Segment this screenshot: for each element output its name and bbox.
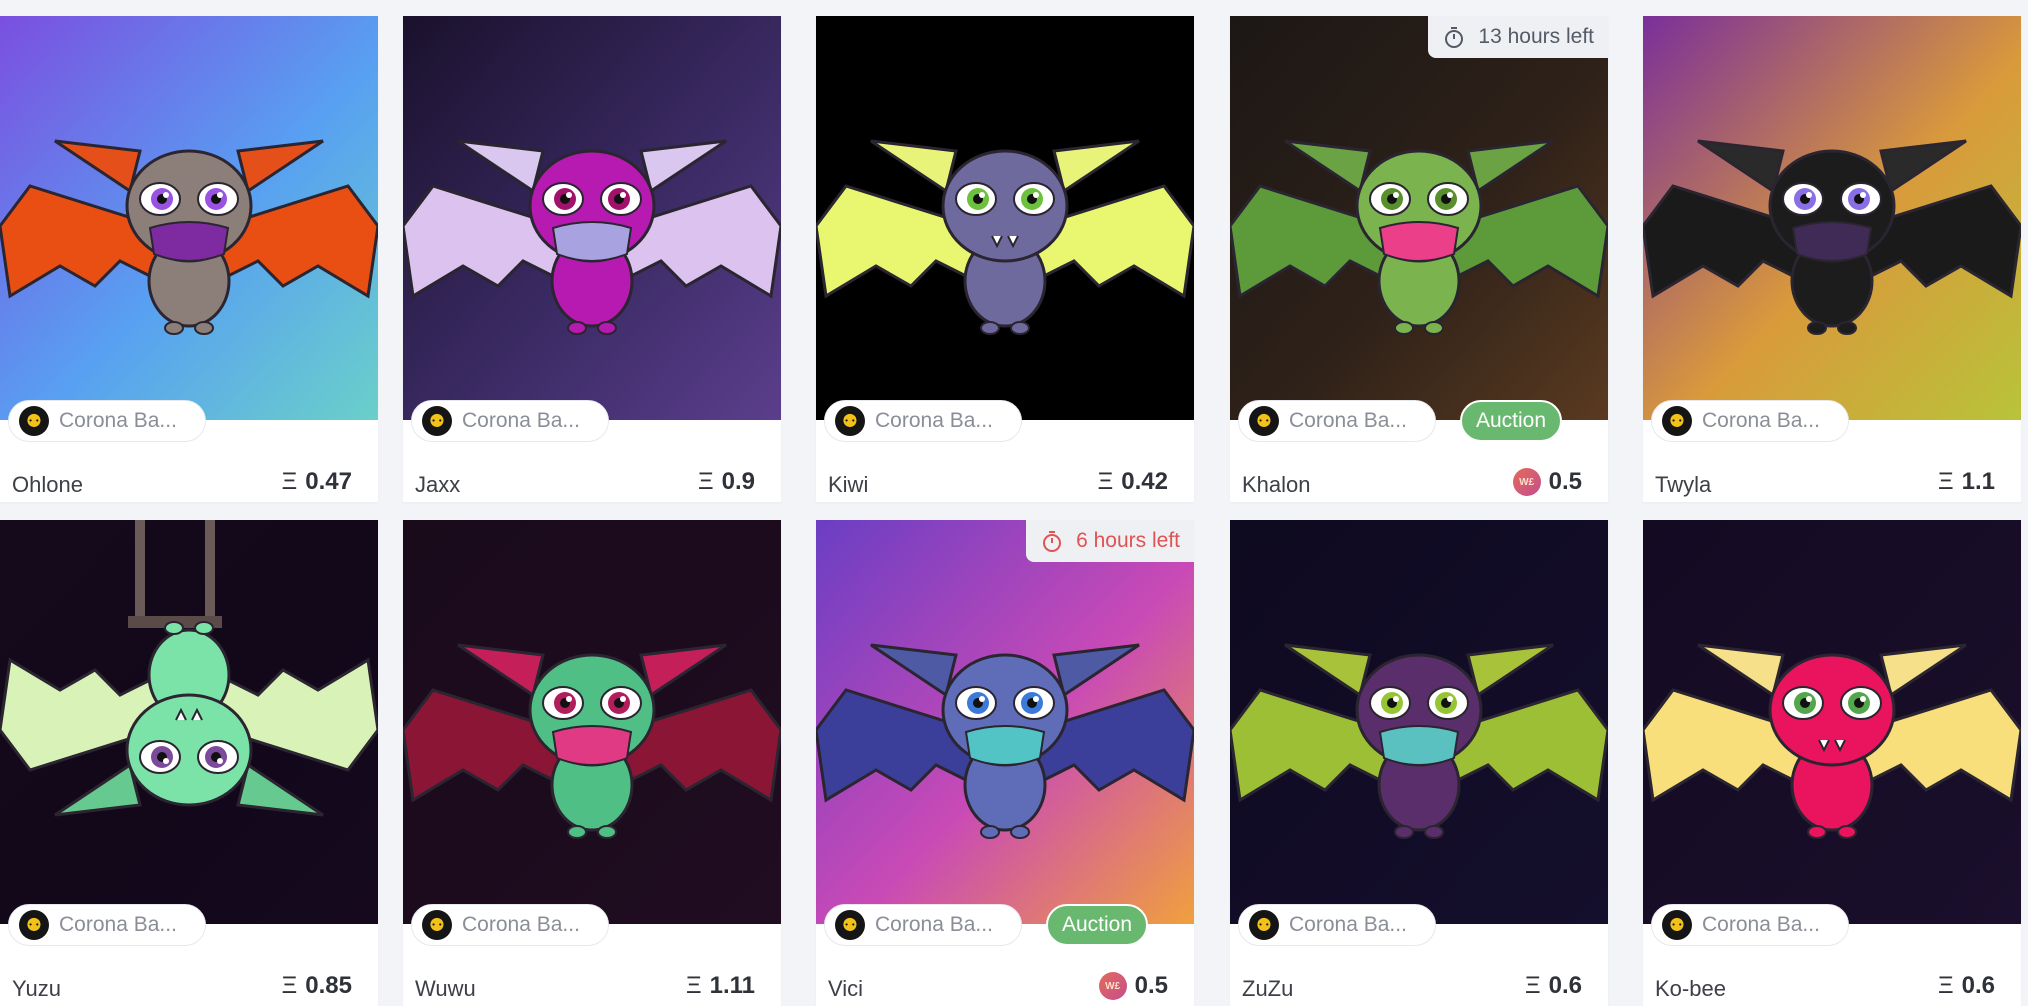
nft-name[interactable]: Twyla (1655, 472, 1711, 498)
collection-logo-icon: ⚉ (422, 406, 452, 436)
collection-name: Corona Ba... (1702, 913, 1820, 936)
eth-icon: Ξ (698, 468, 714, 495)
price-value: 0.85 (305, 972, 352, 999)
nft-price: W£ 0.5 (1098, 972, 1168, 1000)
nft-card[interactable]: ⚉ Corona Ba... Kiwi Ξ 0.42 (816, 16, 1194, 502)
nft-name[interactable]: Yuzu (12, 976, 61, 1002)
collection-logo-icon: ⚉ (19, 910, 49, 940)
nft-price: Ξ 0.85 (282, 972, 352, 1000)
collection-name: Corona Ba... (875, 409, 993, 432)
collection-logo-icon: ⚉ (1662, 406, 1692, 436)
collection-pill[interactable]: ⚉ Corona Ba... (8, 400, 206, 442)
eth-icon: Ξ (1525, 972, 1541, 999)
nft-price: Ξ 0.42 (1098, 468, 1168, 496)
nft-artwork-image[interactable] (403, 16, 781, 420)
price-value: 0.5 (1134, 972, 1168, 999)
collection-pill[interactable]: ⚉ Corona Ba... (1651, 904, 1849, 946)
nft-name[interactable]: Vici (828, 976, 863, 1002)
collection-name: Corona Ba... (462, 913, 580, 936)
eth-icon: Ξ (281, 972, 298, 999)
nft-card[interactable]: ⚉ Corona Ba... Ohlone Ξ 0.47 (0, 16, 378, 502)
collection-pill[interactable]: ⚉ Corona Ba... (1238, 400, 1436, 442)
nft-artwork-image[interactable] (1230, 16, 1608, 420)
nft-name[interactable]: Khalon (1242, 472, 1311, 498)
collection-name: Corona Ba... (59, 409, 177, 432)
collection-pill[interactable]: ⚉ Corona Ba... (824, 904, 1022, 946)
time-left-badge: 6 hours left (1026, 520, 1194, 562)
price-value: 1.1 (1961, 468, 1995, 495)
nft-artwork-image[interactable] (1643, 16, 2021, 420)
eth-icon: Ξ (281, 468, 298, 495)
auction-badge: Auction (1046, 904, 1149, 946)
nft-price: Ξ 0.47 (282, 468, 352, 496)
nft-card[interactable]: 6 hours left ⚉ Corona Ba... Auction Vici… (816, 520, 1194, 1006)
nft-card[interactable]: ⚉ Corona Ba... Ko-bee Ξ 0.6 (1643, 520, 2021, 1006)
eth-icon: Ξ (1938, 972, 1954, 999)
collection-name: Corona Ba... (59, 913, 177, 936)
nft-name[interactable]: Jaxx (415, 472, 460, 498)
nft-card[interactable]: ⚉ Corona Ba... Jaxx Ξ 0.9 (403, 16, 781, 502)
nft-artwork-image[interactable] (816, 520, 1194, 924)
price-value: 0.47 (305, 468, 352, 495)
nft-name[interactable]: Ko-bee (1655, 976, 1726, 1002)
price-value: 0.5 (1548, 468, 1582, 495)
nft-artwork-image[interactable] (1643, 520, 2021, 924)
time-left-text: 6 hours left (1076, 529, 1180, 552)
collection-pill[interactable]: ⚉ Corona Ba... (411, 400, 609, 442)
nft-artwork-image[interactable] (0, 16, 378, 420)
nft-price: Ξ 0.6 (1938, 972, 1995, 1000)
eth-icon: Ξ (1097, 468, 1114, 495)
nft-artwork-image[interactable] (1230, 520, 1608, 924)
nft-card[interactable]: ⚉ Corona Ba... Twyla Ξ 1.1 (1643, 16, 2021, 502)
weth-icon: W£ (1098, 972, 1127, 1000)
auction-badge: Auction (1460, 400, 1563, 442)
collection-pill[interactable]: ⚉ Corona Ba... (824, 400, 1022, 442)
collection-name: Corona Ba... (1289, 913, 1407, 936)
collection-logo-icon: ⚉ (835, 910, 865, 940)
collection-pill[interactable]: ⚉ Corona Ba... (411, 904, 609, 946)
time-left-badge: 13 hours left (1428, 16, 1608, 58)
nft-card[interactable]: ⚉ Corona Ba... Wuwu Ξ 1.11 (403, 520, 781, 1006)
price-value: 1.11 (709, 972, 755, 999)
price-value: 0.42 (1121, 468, 1168, 495)
collection-logo-icon: ⚉ (835, 406, 865, 436)
collection-pill[interactable]: ⚉ Corona Ba... (1238, 904, 1436, 946)
collection-logo-icon: ⚉ (1662, 910, 1692, 940)
stopwatch-icon (1445, 27, 1464, 48)
nft-name[interactable]: ZuZu (1242, 976, 1293, 1002)
nft-price: Ξ 1.1 (1938, 468, 1995, 496)
nft-price: Ξ 0.9 (698, 468, 755, 496)
price-value: 0.9 (721, 468, 755, 495)
nft-card[interactable]: ⚉ Corona Ba... ZuZu Ξ 0.6 (1230, 520, 1608, 1006)
nft-price: W£ 0.5 (1512, 468, 1582, 496)
eth-icon: Ξ (1938, 468, 1954, 495)
nft-price: Ξ 1.11 (686, 972, 755, 1000)
collection-pill[interactable]: ⚉ Corona Ba... (1651, 400, 1849, 442)
collection-name: Corona Ba... (462, 409, 580, 432)
weth-icon: W£ (1512, 468, 1541, 496)
nft-artwork-image[interactable] (403, 520, 781, 924)
collection-name: Corona Ba... (1702, 409, 1820, 432)
nft-name[interactable]: Ohlone (12, 472, 83, 498)
nft-card[interactable]: 13 hours left ⚉ Corona Ba... Auction Kha… (1230, 16, 1608, 502)
eth-icon: Ξ (686, 972, 702, 999)
collection-logo-icon: ⚉ (422, 910, 452, 940)
collection-name: Corona Ba... (875, 913, 993, 936)
collection-pill[interactable]: ⚉ Corona Ba... (8, 904, 206, 946)
nft-artwork-image[interactable] (816, 16, 1194, 420)
nft-price: Ξ 0.6 (1525, 972, 1582, 1000)
stopwatch-icon (1043, 531, 1062, 552)
nft-card[interactable]: ⚉ Corona Ba... Yuzu Ξ 0.85 (0, 520, 378, 1006)
collection-logo-icon: ⚉ (1249, 406, 1279, 436)
collection-logo-icon: ⚉ (19, 406, 49, 436)
price-value: 0.6 (1548, 972, 1582, 999)
price-value: 0.6 (1961, 972, 1995, 999)
nft-name[interactable]: Kiwi (828, 472, 868, 498)
collection-logo-icon: ⚉ (1249, 910, 1279, 940)
nft-name[interactable]: Wuwu (415, 976, 476, 1002)
collection-name: Corona Ba... (1289, 409, 1407, 432)
time-left-text: 13 hours left (1478, 25, 1594, 48)
nft-artwork-image[interactable] (0, 520, 378, 924)
